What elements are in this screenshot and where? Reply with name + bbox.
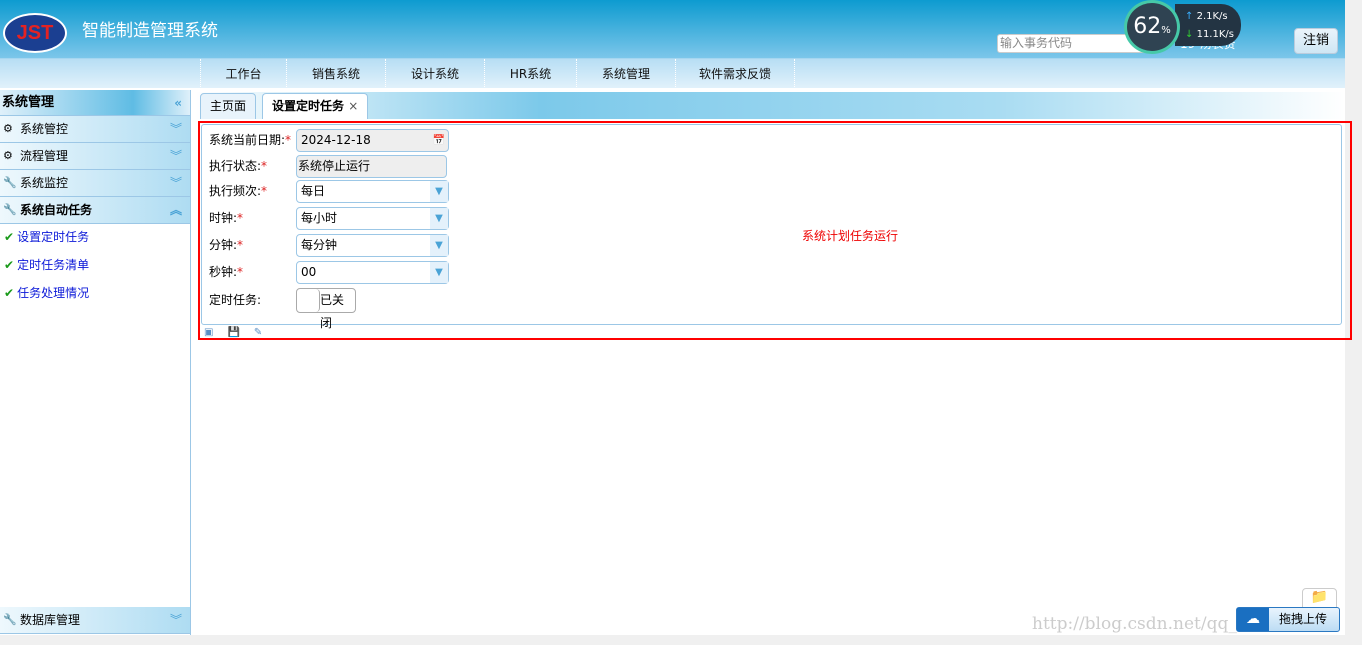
chevron-down-icon: ▼ [430, 181, 448, 202]
cpu-unit: % [1161, 25, 1171, 36]
sidebar-item-task-list[interactable]: ✔ 定时任务清单 [0, 252, 190, 280]
group-label: 系统管控 [20, 122, 69, 136]
upload-arrow-icon: ↑ [1185, 11, 1194, 22]
close-tab-icon[interactable]: × [348, 99, 358, 113]
wrench-icon: 🔧 [3, 613, 17, 626]
logout-button[interactable]: 注销 [1294, 28, 1338, 54]
status-message: 系统计划任务运行 [802, 229, 899, 243]
nav-design[interactable]: 设计系统 [385, 59, 484, 89]
wrench-icon: 🔧 [3, 176, 17, 189]
upload-label: 拖拽上传 [1279, 612, 1328, 626]
chevron-down-icon: ▼ [430, 262, 448, 283]
save-icon[interactable]: 💾 [227, 327, 253, 338]
check-icon: ✔ [4, 230, 15, 244]
download-speed: 11.1 [1196, 29, 1219, 40]
second-select[interactable]: 00 ▼ [296, 261, 449, 284]
sidebar-header: 系统管理 « [0, 90, 190, 116]
check-icon: ✔ [4, 258, 15, 272]
chevron-down-icon: ︾ [169, 122, 182, 136]
sidebar-group-database[interactable]: 🔧 数据库管理 ︾ [0, 607, 190, 634]
minute-label: 分钟:* [209, 238, 244, 252]
sidebar-item-task-status[interactable]: ✔ 任务处理情况 [0, 280, 190, 308]
wrench-icon: 🔧 [3, 203, 17, 216]
date-value: 2024-12-18 [301, 133, 371, 147]
second-label: 秒钟:* [209, 265, 244, 279]
collapse-icon[interactable]: « [174, 90, 182, 116]
form-toolbar: ▣💾✎ [204, 327, 276, 338]
item-label: 定时任务清单 [17, 258, 90, 272]
group-label: 系统自动任务 [20, 203, 93, 217]
cpu-gauge[interactable]: 62% [1124, 0, 1180, 54]
new-icon[interactable]: ▣ [204, 327, 227, 338]
chevron-down-icon: ▼ [430, 235, 448, 256]
task-toggle[interactable]: 已关闭 [296, 288, 356, 330]
tab-bar: 主页面 设置定时任务 × [195, 92, 1345, 119]
nav-workbench[interactable]: 工作台 [200, 59, 286, 89]
sidebar-group-monitor[interactable]: 🔧 系统监控 ︾ [0, 170, 190, 197]
toggle-knob [297, 289, 320, 312]
folder-icon: 📁 [1310, 589, 1329, 605]
toggle-state: 已关闭 [320, 293, 345, 330]
chevron-down-icon: ︾ [169, 149, 182, 163]
item-label: 设置定时任务 [17, 230, 90, 244]
hour-select[interactable]: 每小时 ▼ [296, 207, 449, 230]
upload-speed: 2.1 [1196, 11, 1213, 22]
nav-hr[interactable]: HR系统 [484, 59, 576, 89]
date-field[interactable]: 2024-12-18 📅 [296, 129, 449, 152]
nav-system[interactable]: 系统管理 [576, 59, 675, 89]
sidebar: 系统管理 « ⚙ 系统管控 ︾ ⚙ 流程管理 ︾ 🔧 系统监控 ︾ 🔧 系统自动任务 ︽ ✔ 设置定… [0, 90, 191, 635]
sidebar-title: 系统管理 [2, 95, 55, 110]
download-arrow-icon: ↓ [1185, 29, 1194, 40]
minute-select[interactable]: 每分钟 ▼ [296, 234, 449, 257]
status-label: 执行状态:* [209, 159, 268, 173]
nav-sales[interactable]: 销售系统 [286, 59, 385, 89]
chevron-down-icon: ▼ [430, 208, 448, 229]
chevron-down-icon: ︾ [169, 176, 182, 190]
frequency-select[interactable]: 每日 ▼ [296, 180, 449, 203]
check-icon: ✔ [4, 286, 15, 300]
network-speed: ↑ 2.1K/s ↓ 11.1K/s [1175, 4, 1241, 46]
sidebar-group-control[interactable]: ⚙ 系统管控 ︾ [0, 116, 190, 143]
top-nav: 工作台 销售系统 设计系统 HR系统 系统管理 软件需求反馈 [0, 58, 1345, 89]
calendar-icon[interactable]: 📅 [430, 130, 448, 151]
tab-label: 设置定时任务 [272, 99, 345, 113]
speed-unit: K/s [1212, 11, 1228, 22]
nav-feedback[interactable]: 软件需求反馈 [675, 59, 795, 89]
sidebar-item-set-task[interactable]: ✔ 设置定时任务 [0, 224, 190, 252]
app-title: 智能制造管理系统 [82, 21, 218, 41]
edit-icon[interactable]: ✎ [254, 327, 276, 338]
speed-unit: K/s [1218, 29, 1234, 40]
hour-label: 时钟:* [209, 211, 244, 225]
logo: JST [3, 13, 67, 53]
status-bar [0, 635, 1362, 645]
gears-icon: ⚙ [3, 122, 13, 135]
group-label: 数据库管理 [20, 613, 81, 627]
highlight-box [198, 121, 1352, 340]
group-label: 系统监控 [20, 176, 69, 190]
sidebar-group-workflow[interactable]: ⚙ 流程管理 ︾ [0, 143, 190, 170]
task-toggle-label: 定时任务: [209, 293, 262, 307]
item-label: 任务处理情况 [17, 286, 90, 300]
cpu-value: 62 [1133, 14, 1162, 39]
chevron-down-icon: ︾ [169, 613, 182, 627]
group-label: 流程管理 [20, 149, 69, 163]
freq-label: 执行频次:* [209, 184, 268, 198]
tab-home[interactable]: 主页面 [200, 93, 257, 119]
tab-set-task[interactable]: 设置定时任务 × [262, 93, 369, 119]
drag-upload-button[interactable]: ☁ 拖拽上传 [1236, 607, 1340, 632]
gears-icon: ⚙ [3, 149, 13, 162]
cloud-icon: ☁ [1237, 608, 1269, 631]
chevron-up-icon: ︽ [169, 203, 182, 217]
sidebar-group-auto-tasks[interactable]: 🔧 系统自动任务 ︽ [0, 197, 190, 224]
date-label: 系统当前日期:* [209, 133, 292, 147]
status-field: 系统停止运行 [296, 155, 447, 178]
